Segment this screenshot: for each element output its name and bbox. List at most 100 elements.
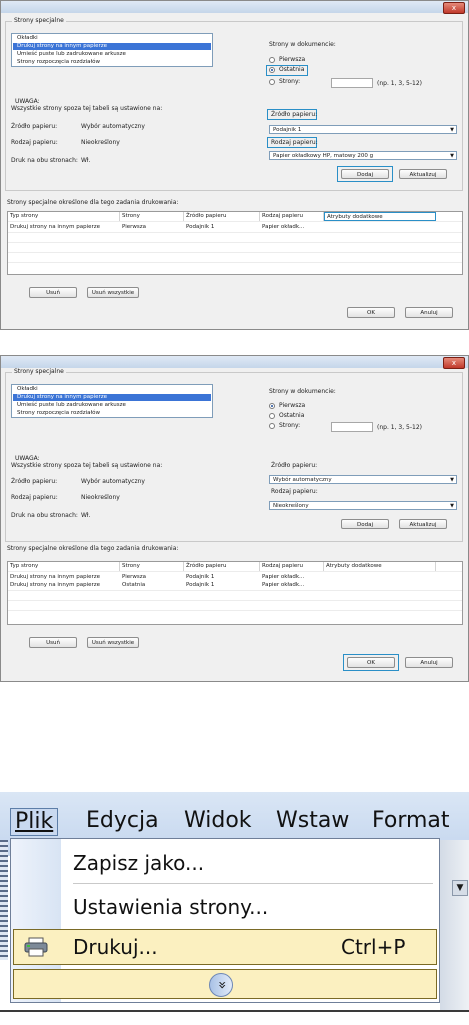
special-pages-list[interactable]: Okładki Drukuj strony na innym papierze … xyxy=(11,33,213,67)
close-button[interactable]: x xyxy=(443,2,465,14)
table-cell[interactable]: Papier okładk... xyxy=(260,573,324,581)
note-text: Wszystkie strony spoza tej tabeli są ust… xyxy=(11,462,163,469)
row-divider xyxy=(8,242,462,243)
combo-value: Nieokreślony xyxy=(273,503,309,509)
radio-pages[interactable] xyxy=(269,423,275,429)
add-button[interactable]: Dodaj xyxy=(341,519,389,529)
menu-view[interactable]: Widok xyxy=(184,808,252,834)
paper-source-label: Źródło papieru: xyxy=(271,462,318,469)
table-cell[interactable]: Papier okładk... xyxy=(260,581,324,589)
menu-item-print[interactable]: Drukuj... xyxy=(73,935,158,959)
list-item-selected[interactable]: Drukuj strony na innym papierze xyxy=(13,394,211,401)
row-divider xyxy=(8,221,462,222)
cancel-button[interactable]: Anuluj xyxy=(405,307,453,318)
pages-hint: (np. 1, 3, 5-12) xyxy=(377,80,422,87)
paper-type-combo[interactable]: Nieokreślony ▼ xyxy=(269,501,457,510)
type-label: Rodzaj papieru: xyxy=(11,139,58,146)
toolbar-grip xyxy=(0,840,8,960)
remove-button[interactable]: Usuń xyxy=(29,287,77,298)
column-header[interactable]: Strony xyxy=(120,212,184,221)
menu-view-label: Widok xyxy=(184,808,252,833)
column-header[interactable]: Atrybuty dodatkowe xyxy=(324,562,436,571)
combo-value: Podajnik 1 xyxy=(273,127,302,133)
expand-chevron-icon[interactable]: » xyxy=(209,973,233,997)
column-header[interactable]: Typ strony xyxy=(8,212,120,221)
print-dialog-2: x Strony specjalne Okładki Drukuj strony… xyxy=(0,355,469,682)
menu-item-save-as[interactable]: Zapisz jako... xyxy=(73,851,204,875)
chevron-down-icon: ▼ xyxy=(450,503,454,509)
paper-type-combo[interactable]: Papier okładkowy HP, matowy 200 g ▼ xyxy=(269,151,457,160)
menu-format[interactable]: Format xyxy=(372,808,450,834)
list-item[interactable]: Okładki xyxy=(13,386,211,393)
list-item[interactable]: Okładki xyxy=(13,35,211,42)
cancel-button[interactable]: Anuluj xyxy=(405,657,453,668)
special-pages-list[interactable]: Okładki Drukuj strony na innym papierze … xyxy=(11,384,213,418)
radio-first[interactable] xyxy=(269,57,275,63)
group-title: Strony specjalne xyxy=(12,17,66,25)
add-button[interactable]: Dodaj xyxy=(341,169,389,179)
table-cell[interactable]: Drukuj strony na innym papierze xyxy=(8,573,120,581)
column-header[interactable]: Atrybuty dodatkowe xyxy=(324,212,436,221)
paper-source-label: Źródło papieru: xyxy=(271,111,318,118)
paper-source-combo[interactable]: Wybór automatyczny ▼ xyxy=(269,475,457,484)
table-cell[interactable]: Pierwsza xyxy=(120,223,182,231)
table-cell[interactable]: Drukuj strony na innym papierze xyxy=(8,581,120,589)
remove-button[interactable]: Usuń xyxy=(29,637,77,648)
table-cell[interactable]: Drukuj strony na innym papierze xyxy=(8,223,120,231)
pages-input[interactable] xyxy=(331,422,373,432)
column-header[interactable]: Rodzaj papieru xyxy=(260,562,324,571)
ok-button[interactable]: OK xyxy=(347,307,395,318)
update-button[interactable]: Aktualizuj xyxy=(399,519,447,529)
list-item[interactable]: Strony rozpoczęcia rozdziałów xyxy=(13,59,211,66)
menu-insert[interactable]: Wstaw xyxy=(276,808,349,834)
list-item-selected[interactable]: Drukuj strony na innym papierze xyxy=(13,43,211,50)
group-title: Strony specjalne xyxy=(12,368,66,376)
column-header[interactable]: Źródło papieru xyxy=(184,212,260,221)
print-dialog-1: x Strony specjalne Okładki Drukuj strony… xyxy=(0,0,469,330)
title-bar xyxy=(1,356,468,368)
pages-label: Strony w dokumencie: xyxy=(269,388,336,395)
print-shortcut: Ctrl+P xyxy=(341,935,406,959)
remove-all-button[interactable]: Usuń wszystkie xyxy=(87,637,139,648)
menu-format-label: Format xyxy=(372,808,450,833)
table-cell[interactable]: Podajnik 1 xyxy=(184,581,258,589)
ok-button[interactable]: OK xyxy=(347,657,395,668)
chevron-down-icon: ▼ xyxy=(450,477,454,483)
column-header[interactable]: Typ strony xyxy=(8,562,120,571)
pages-input[interactable] xyxy=(331,78,373,88)
special-pages-table[interactable]: Typ strony Strony Źródło papieru Rodzaj … xyxy=(7,561,463,625)
table-cell[interactable]: Podajnik 1 xyxy=(184,573,258,581)
special-pages-table[interactable]: Typ strony Strony Źródło papieru Rodzaj … xyxy=(7,211,463,275)
radio-pages[interactable] xyxy=(269,79,275,85)
radio-last[interactable] xyxy=(269,67,275,73)
list-item[interactable]: Umieść puste lub zadrukowane arkusze xyxy=(13,402,211,409)
table-cell[interactable]: Ostatnia xyxy=(120,581,182,589)
row-divider xyxy=(8,590,462,591)
menu-edit[interactable]: Edycja xyxy=(86,808,159,834)
radio-first[interactable] xyxy=(269,403,275,409)
radio-pages-label: Strony: xyxy=(279,78,301,85)
list-item[interactable]: Strony rozpoczęcia rozdziałów xyxy=(13,410,211,417)
update-button[interactable]: Aktualizuj xyxy=(399,169,447,179)
combo-value: Papier okładkowy HP, matowy 200 g xyxy=(273,153,374,159)
duplex-value: Wł. xyxy=(81,512,91,519)
radio-last[interactable] xyxy=(269,413,275,419)
menu-item-page-setup[interactable]: Ustawienia strony... xyxy=(73,895,268,919)
toolbar-dropdown-arrow[interactable]: ▼ xyxy=(452,880,468,896)
table-cell[interactable]: Papier okładk... xyxy=(260,223,324,231)
title-bar xyxy=(1,1,468,13)
menu-file[interactable]: Plik xyxy=(10,808,59,836)
menu-file-label: Plik xyxy=(15,809,54,834)
list-item[interactable]: Umieść puste lub zadrukowane arkusze xyxy=(13,51,211,58)
pages-label: Strony w dokumencie: xyxy=(269,41,336,48)
column-header[interactable]: Rodzaj papieru xyxy=(260,212,324,221)
paper-source-combo[interactable]: Podajnik 1 ▼ xyxy=(269,125,457,134)
column-header[interactable]: Strony xyxy=(120,562,184,571)
table-cell[interactable]: Podajnik 1 xyxy=(184,223,258,231)
type-label: Rodzaj papieru: xyxy=(11,494,58,501)
remove-all-button[interactable]: Usuń wszystkie xyxy=(87,287,139,298)
close-button[interactable]: x xyxy=(443,357,465,369)
column-header[interactable]: Źródło papieru xyxy=(184,562,260,571)
radio-first-label: Pierwsza xyxy=(279,56,306,63)
table-cell[interactable]: Pierwsza xyxy=(120,573,182,581)
